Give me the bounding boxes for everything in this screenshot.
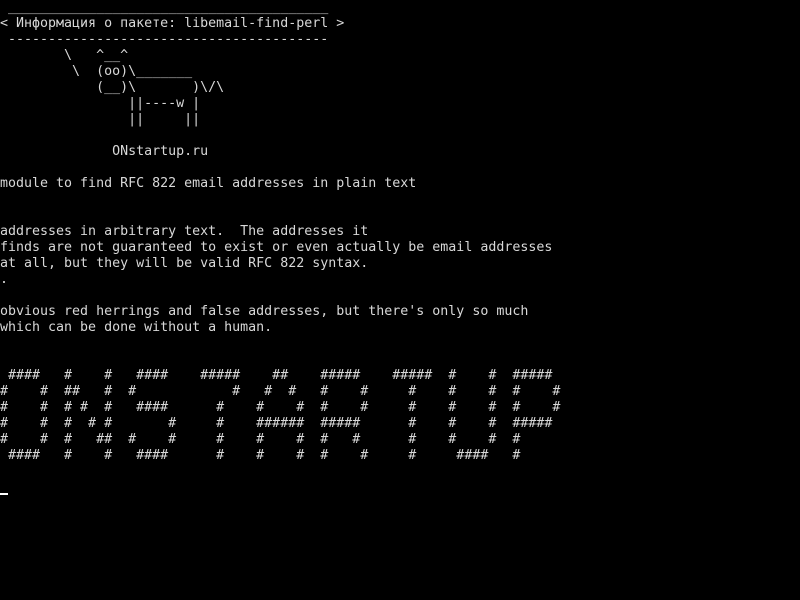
banner-art-line: # # # ## # # # # # # # # # # # [0,432,521,447]
banner-art-line: # # # # # #### # # # # # # # # # # [0,400,561,415]
cowsay-art-line: (__)\ )\/\ [0,80,225,95]
banner-art-line: #### # # #### # # # # # # #### # [0,448,521,463]
banner-art-line: # # # # # # # ###### ##### # # # ##### [0,416,553,431]
package-summary: module to find RFC 822 email addresses i… [0,176,417,191]
text-cursor [0,493,8,495]
cowsay-art-line: \ (oo)\_______ [0,64,193,79]
description-line: . [0,272,9,287]
terminal-screen[interactable]: ________________________________________… [0,0,800,600]
description-line: obvious red herrings and false addresses… [0,304,529,319]
speech-bubble-text: < Информация о пакете: libemail-find-per… [0,16,345,31]
banner-art-line: # # ## # # # # # # # # # # # # [0,384,561,399]
cowsay-art-line: ||----w | [0,96,201,111]
speech-bubble-top: ________________________________________ [0,0,329,15]
description-line: which can be done without a human. [0,320,273,335]
description-line: addresses in arbitrary text. The address… [0,224,369,239]
site-credit: ONstartup.ru [0,144,209,159]
description-line: finds are not guaranteed to exist or eve… [0,240,553,255]
description-line: at all, but they will be valid RFC 822 s… [0,256,369,271]
speech-bubble-bottom: ---------------------------------------- [0,32,329,47]
cowsay-art-line: \ ^__^ [0,48,129,63]
cowsay-art-line: || || [0,112,201,127]
banner-art-line: #### # # #### ##### ## ##### ##### # # #… [0,368,553,383]
